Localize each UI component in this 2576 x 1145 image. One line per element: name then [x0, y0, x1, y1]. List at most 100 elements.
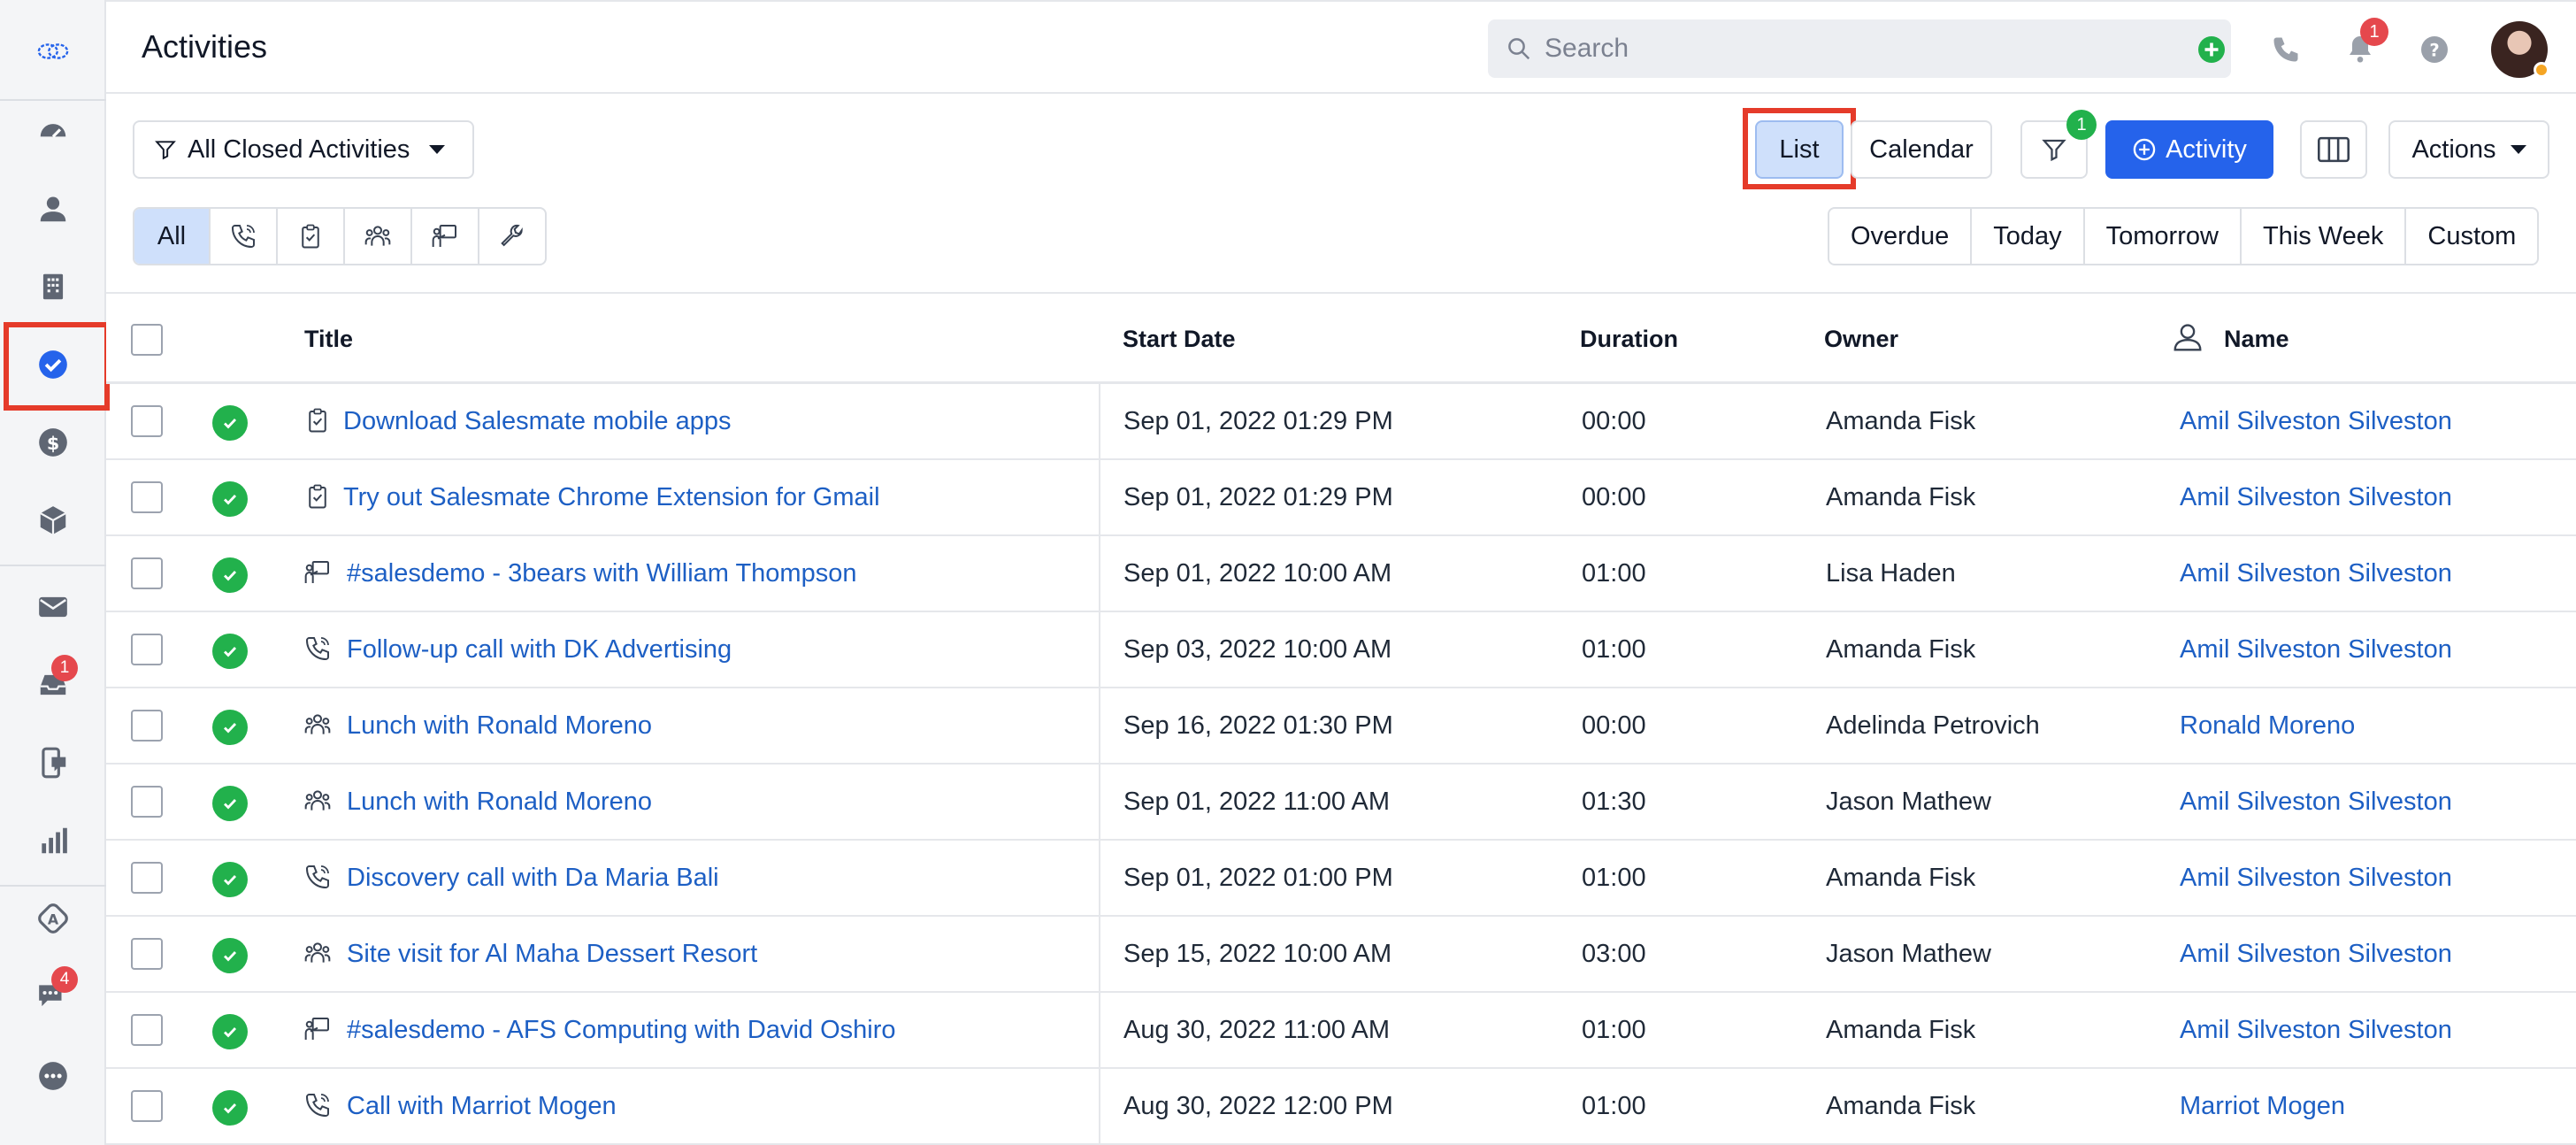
- table-row[interactable]: Try out Salesmate Chrome Extension for G…: [106, 460, 2576, 536]
- table-row[interactable]: #salesdemo - AFS Computing with David Os…: [106, 993, 2576, 1069]
- deals-dollar-icon[interactable]: $: [19, 409, 87, 476]
- date-filter-today[interactable]: Today: [1970, 209, 2082, 264]
- date-filter-overdue[interactable]: Overdue: [1829, 209, 1970, 264]
- table-row[interactable]: Call with Marriot Mogen Aug 30, 2022 12:0…: [106, 1069, 2576, 1145]
- row-checkbox[interactable]: [131, 481, 163, 513]
- activity-title-link[interactable]: Download Salesmate mobile apps: [343, 407, 731, 436]
- completed-check-icon[interactable]: [212, 938, 248, 973]
- date-filter-tomorrow[interactable]: Tomorrow: [2082, 209, 2240, 264]
- related-name-link[interactable]: Amil Silveston Silveston: [2180, 559, 2452, 588]
- column-settings-button[interactable]: [2300, 120, 2367, 179]
- activity-title-link[interactable]: #salesdemo - AFS Computing with David Os…: [347, 1016, 896, 1045]
- column-header-title[interactable]: Title: [304, 326, 353, 353]
- dashboard-gauge-icon[interactable]: [19, 97, 87, 165]
- completed-check-icon[interactable]: [212, 634, 248, 669]
- completed-check-icon[interactable]: [212, 557, 248, 593]
- row-checkbox[interactable]: [131, 710, 163, 742]
- contacts-person-icon[interactable]: [19, 175, 87, 242]
- completed-check-icon[interactable]: [212, 405, 248, 441]
- row-checkbox[interactable]: [131, 634, 163, 665]
- column-header-duration[interactable]: Duration: [1580, 326, 1678, 353]
- owner-cell: Amanda Fisk: [1826, 635, 1976, 664]
- related-name-link[interactable]: Amil Silveston Silveston: [2180, 1016, 2452, 1045]
- table-row[interactable]: #salesdemo - 3bears with William Thompso…: [106, 536, 2576, 612]
- completed-check-icon[interactable]: [212, 481, 248, 517]
- type-task-tab[interactable]: [276, 209, 343, 264]
- related-name-link[interactable]: Ronald Moreno: [2180, 711, 2355, 741]
- email-mail-icon[interactable]: [19, 573, 87, 641]
- phone-icon[interactable]: [2261, 25, 2311, 74]
- activity-title-link[interactable]: Discovery call with Da Maria Bali: [347, 864, 719, 893]
- search-box[interactable]: [1488, 19, 2231, 78]
- row-checkbox[interactable]: [131, 1014, 163, 1046]
- more-icon[interactable]: [19, 1042, 87, 1110]
- activity-title-link[interactable]: Site visit for Al Maha Dessert Resort: [347, 940, 757, 969]
- completed-check-icon[interactable]: [212, 1014, 248, 1049]
- column-header-owner[interactable]: Owner: [1824, 326, 1898, 353]
- activity-title-link[interactable]: Call with Marriot Mogen: [347, 1092, 617, 1121]
- quick-add-plus-icon[interactable]: [2187, 25, 2236, 74]
- sms-phone-chat-icon[interactable]: [19, 729, 87, 796]
- companies-building-icon[interactable]: [19, 253, 87, 320]
- people-group-icon: [303, 938, 333, 968]
- table-row[interactable]: Download Salesmate mobile apps Sep 01, 20…: [106, 384, 2576, 460]
- type-other-tab[interactable]: [478, 209, 545, 264]
- inbox-icon[interactable]: 1: [19, 651, 87, 719]
- related-name-link[interactable]: Amil Silveston Silveston: [2180, 864, 2452, 893]
- table-row[interactable]: Lunch with Ronald Moreno Sep 01, 2022 11:…: [106, 765, 2576, 841]
- activity-title-link[interactable]: Follow-up call with DK Advertising: [347, 635, 732, 665]
- user-avatar[interactable]: [2491, 21, 2549, 78]
- row-checkbox[interactable]: [131, 1090, 163, 1122]
- related-name-link[interactable]: Amil Silveston Silveston: [2180, 635, 2452, 665]
- activity-title-link[interactable]: Lunch with Ronald Moreno: [347, 788, 652, 817]
- related-name-link[interactable]: Amil Silveston Silveston: [2180, 483, 2452, 512]
- activity-title-link[interactable]: Try out Salesmate Chrome Extension for G…: [343, 483, 880, 512]
- products-cube-icon[interactable]: [19, 487, 87, 554]
- row-checkbox[interactable]: [131, 938, 163, 970]
- presentation-icon: [303, 1014, 333, 1044]
- row-checkbox[interactable]: [131, 557, 163, 589]
- related-name-link[interactable]: Amil Silveston Silveston: [2180, 788, 2452, 817]
- select-all-checkbox[interactable]: [131, 324, 163, 356]
- help-icon[interactable]: ?: [2410, 25, 2459, 74]
- date-filter-this-week[interactable]: This Week: [2239, 209, 2404, 264]
- owner-cell: Amanda Fisk: [1826, 1092, 1976, 1120]
- chat-icon[interactable]: 4: [19, 963, 87, 1030]
- table-row[interactable]: Site visit for Al Maha Dessert Resort Sep…: [106, 917, 2576, 993]
- related-name-link[interactable]: Amil Silveston Silveston: [2180, 940, 2452, 969]
- date-filter-custom[interactable]: Custom: [2404, 209, 2537, 264]
- column-header-name[interactable]: Name: [2224, 326, 2289, 353]
- search-input[interactable]: [1545, 34, 2217, 64]
- row-checkbox[interactable]: [131, 786, 163, 818]
- add-activity-button[interactable]: Activity: [2105, 120, 2273, 179]
- view-filter-dropdown[interactable]: All Closed Activities: [133, 120, 474, 179]
- related-name-link[interactable]: Marriot Mogen: [2180, 1092, 2345, 1121]
- row-checkbox[interactable]: [131, 405, 163, 437]
- actions-dropdown[interactable]: Actions: [2388, 120, 2549, 179]
- advanced-filter-button[interactable]: 1: [2020, 110, 2097, 179]
- chevron-down-icon: [2510, 145, 2526, 154]
- notification-bell-icon[interactable]: 1: [2335, 18, 2388, 74]
- type-call-tab[interactable]: [209, 209, 276, 264]
- type-all-tab[interactable]: All: [134, 209, 209, 264]
- completed-check-icon[interactable]: [212, 786, 248, 821]
- activity-title-link[interactable]: #salesdemo - 3bears with William Thompso…: [347, 559, 856, 588]
- table-row[interactable]: Lunch with Ronald Moreno Sep 16, 2022 01:…: [106, 688, 2576, 765]
- type-demo-tab[interactable]: [410, 209, 478, 264]
- activity-title-link[interactable]: Lunch with Ronald Moreno: [347, 711, 652, 741]
- completed-check-icon[interactable]: [212, 1090, 248, 1126]
- table-row[interactable]: Follow-up call with DK Advertising Sep 03…: [106, 612, 2576, 688]
- completed-check-icon[interactable]: [212, 862, 248, 897]
- table-row[interactable]: Discovery call with Da Maria Bali Sep 01,…: [106, 841, 2576, 917]
- duration-cell: 01:00: [1582, 1092, 1646, 1120]
- type-meeting-tab[interactable]: [343, 209, 410, 264]
- column-header-start-date[interactable]: Start Date: [1123, 326, 1236, 353]
- logo-icon[interactable]: [19, 18, 87, 85]
- reports-bar-chart-icon[interactable]: [19, 807, 87, 874]
- clipboard-check-icon: [303, 481, 333, 511]
- automation-icon[interactable]: A: [19, 885, 87, 952]
- calendar-view-button[interactable]: Calendar: [1851, 120, 1992, 179]
- completed-check-icon[interactable]: [212, 710, 248, 745]
- related-name-link[interactable]: Amil Silveston Silveston: [2180, 407, 2452, 436]
- row-checkbox[interactable]: [131, 862, 163, 894]
